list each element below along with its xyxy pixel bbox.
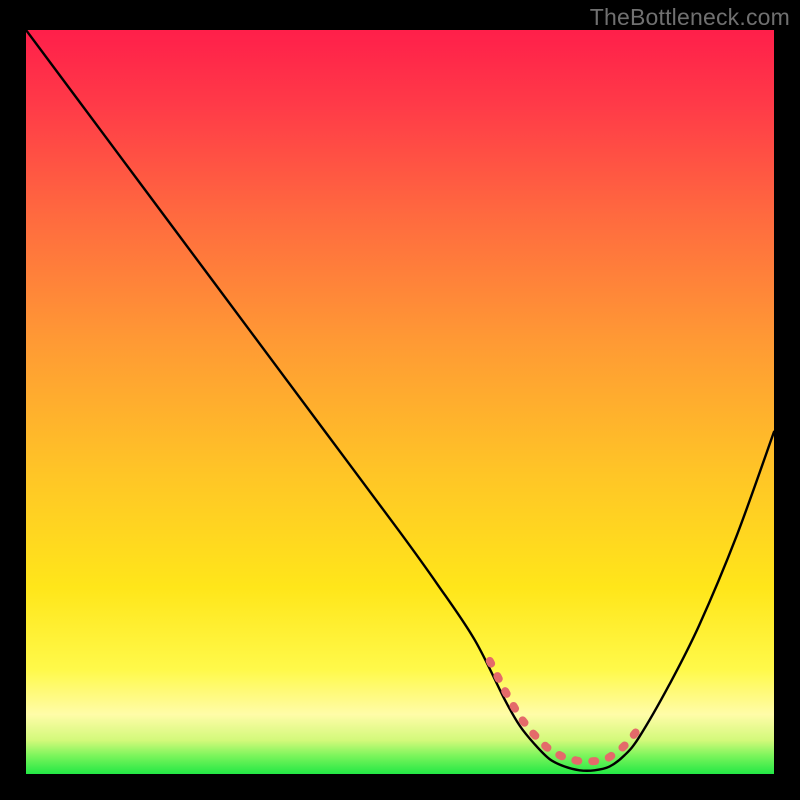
plot-area xyxy=(26,30,774,774)
bottleneck-plot-svg xyxy=(26,30,774,774)
gradient-background xyxy=(26,30,774,774)
chart-container: TheBottleneck.com xyxy=(0,0,800,800)
attribution-text: TheBottleneck.com xyxy=(590,4,790,31)
